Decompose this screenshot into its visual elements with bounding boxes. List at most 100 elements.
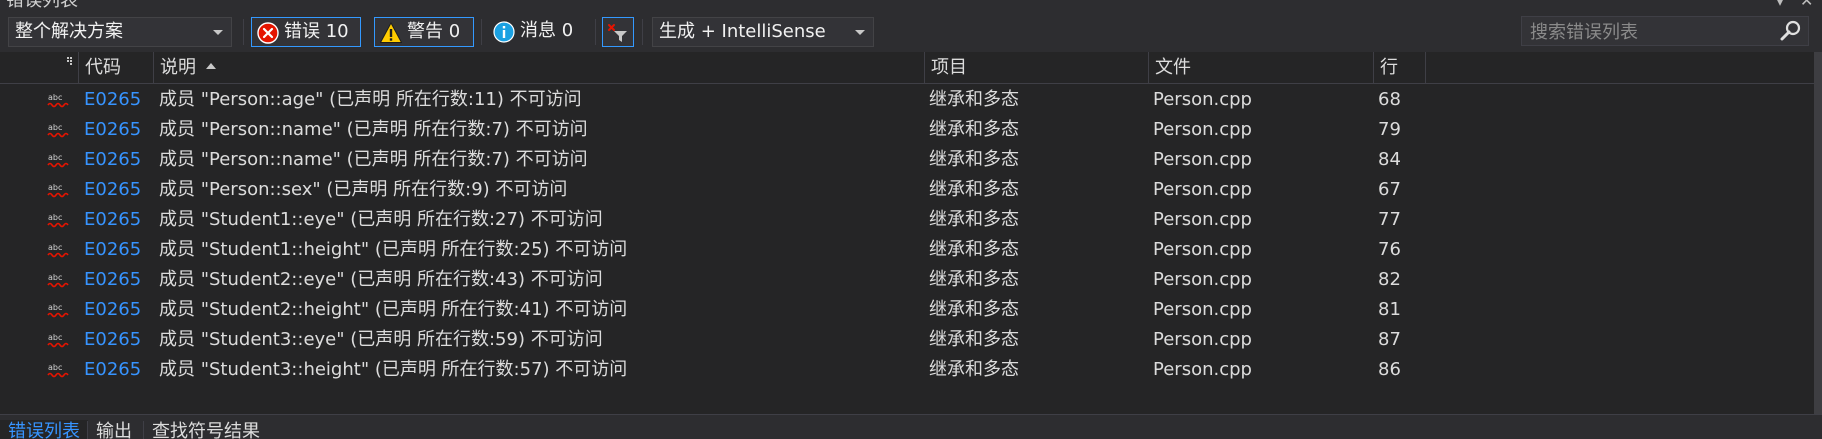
cell-description: 成员 "Student1::eye" (已声明 所在行数:27) 不可访问 xyxy=(159,209,603,230)
tab-0[interactable]: 错误列表 xyxy=(0,420,88,439)
column-options-icon[interactable] xyxy=(61,56,73,68)
cell-file: Person.cpp xyxy=(1153,89,1252,110)
table-row[interactable]: abc E0265 成员 "Student1::height" (已声明 所在行数:… xyxy=(0,235,1818,265)
intellisense-squiggle-icon: abc xyxy=(47,303,69,318)
build-intellisense-dropdown[interactable]: 生成 + IntelliSense xyxy=(652,17,874,47)
cell-line: 87 xyxy=(1378,329,1401,350)
warnings-filter-button[interactable]: 警告 0 xyxy=(374,17,474,47)
cell-file: Person.cpp xyxy=(1153,209,1252,230)
search-box[interactable] xyxy=(1521,16,1809,47)
column-header-file[interactable]: 文件 xyxy=(1149,52,1374,83)
cell-line: 76 xyxy=(1378,239,1401,260)
cell-project: 继承和多态 xyxy=(929,329,1019,350)
scope-dropdown-value: 整个解决方案 xyxy=(15,21,123,42)
cell-description: 成员 "Person::name" (已声明 所在行数:7) 不可访问 xyxy=(159,119,588,140)
table-row[interactable]: abc E0265 成员 "Student3::height" (已声明 所在行数:… xyxy=(0,355,1818,385)
cell-code[interactable]: E0265 xyxy=(84,325,154,355)
cell-project: 继承和多态 xyxy=(929,179,1019,200)
toolbar-separator xyxy=(642,19,643,45)
table-row[interactable]: abc E0265 成员 "Student2::eye" (已声明 所在行数:43)… xyxy=(0,265,1818,295)
cell-code[interactable]: E0265 xyxy=(84,295,154,325)
cell-code[interactable]: E0265 xyxy=(84,175,154,205)
sort-ascending-icon xyxy=(206,63,216,69)
column-header-description-label: 说明 xyxy=(160,57,196,78)
svg-text:abc: abc xyxy=(48,93,62,102)
table-row[interactable]: abc E0265 成员 "Student3::eye" (已声明 所在行数:59)… xyxy=(0,325,1818,355)
cell-code[interactable]: E0265 xyxy=(84,145,154,175)
search-input[interactable] xyxy=(1522,17,1782,47)
table-row[interactable]: abc E0265 成员 "Person::name" (已声明 所在行数:7) 不… xyxy=(0,145,1818,175)
tab-1[interactable]: 输出 xyxy=(88,420,140,439)
column-header-icon[interactable] xyxy=(0,52,79,83)
table-row[interactable]: abc E0265 成员 "Person::sex" (已声明 所在行数:9) 不可… xyxy=(0,175,1818,205)
cell-file: Person.cpp xyxy=(1153,269,1252,290)
column-header-description[interactable]: 说明 xyxy=(154,52,925,83)
errors-filter-label: 错误 10 xyxy=(284,21,349,42)
intellisense-squiggle-icon: abc xyxy=(47,273,69,288)
table-row[interactable]: abc E0265 成员 "Person::name" (已声明 所在行数:7) 不… xyxy=(0,115,1818,145)
clear-filter-button[interactable] xyxy=(602,17,634,47)
svg-text:abc: abc xyxy=(48,153,62,162)
cell-project: 继承和多态 xyxy=(929,239,1019,260)
table-row[interactable]: abc E0265 成员 "Person::age" (已声明 所在行数:11) 不… xyxy=(0,85,1818,115)
column-header-project-label: 项目 xyxy=(931,57,967,78)
intellisense-squiggle-icon: abc xyxy=(47,93,69,108)
error-list-table: abc E0265 成员 "Person::age" (已声明 所在行数:11) 不… xyxy=(0,85,1818,385)
vertical-scrollbar[interactable] xyxy=(1814,52,1822,414)
cell-code[interactable]: E0265 xyxy=(84,85,154,115)
cell-line: 81 xyxy=(1378,299,1401,320)
close-icon[interactable]: ✕ xyxy=(1800,0,1813,12)
svg-text:abc: abc xyxy=(48,363,62,372)
cell-file: Person.cpp xyxy=(1153,149,1252,170)
intellisense-squiggle-icon: abc xyxy=(47,153,69,168)
column-header-line[interactable]: 行 xyxy=(1374,52,1426,83)
column-header-line-label: 行 xyxy=(1380,57,1398,78)
cell-line: 84 xyxy=(1378,149,1401,170)
cell-file: Person.cpp xyxy=(1153,359,1252,380)
info-circle-icon xyxy=(493,21,515,43)
table-row[interactable]: abc E0265 成员 "Student1::eye" (已声明 所在行数:27)… xyxy=(0,205,1818,235)
cell-code[interactable]: E0265 xyxy=(84,355,154,385)
messages-filter-label: 消息 0 xyxy=(520,20,574,41)
column-header-file-label: 文件 xyxy=(1155,57,1191,78)
cell-description: 成员 "Person::sex" (已声明 所在行数:9) 不可访问 xyxy=(159,179,568,200)
svg-text:abc: abc xyxy=(48,243,62,252)
toolbar: 整个解决方案 错误 10 警告 0 消息 0 生成 + IntelliSense… xyxy=(0,12,1822,52)
toolbar-separator xyxy=(481,19,482,45)
cell-code[interactable]: E0265 xyxy=(84,265,154,295)
intellisense-squiggle-icon: abc xyxy=(47,123,69,138)
window-title: 错误列表 xyxy=(6,0,78,11)
table-row[interactable]: abc E0265 成员 "Student2::height" (已声明 所在行数:… xyxy=(0,295,1818,325)
cell-code[interactable]: E0265 xyxy=(84,115,154,145)
messages-filter-button[interactable]: 消息 0 xyxy=(488,17,588,47)
cell-project: 继承和多态 xyxy=(929,89,1019,110)
column-header-row: 代码 说明 项目 文件 行 xyxy=(0,52,1818,84)
error-circle-icon xyxy=(257,22,279,44)
toolbar-separator xyxy=(595,19,596,45)
tab-2[interactable]: 查找符号结果 xyxy=(144,420,268,439)
cell-code[interactable]: E0265 xyxy=(84,205,154,235)
intellisense-squiggle-icon: abc xyxy=(47,183,69,198)
cell-file: Person.cpp xyxy=(1153,119,1252,140)
column-header-code[interactable]: 代码 xyxy=(79,52,154,83)
search-icon[interactable] xyxy=(1780,20,1802,42)
cell-line: 79 xyxy=(1378,119,1401,140)
cell-project: 继承和多态 xyxy=(929,119,1019,140)
svg-text:abc: abc xyxy=(48,303,62,312)
chevron-down-icon xyxy=(213,30,223,35)
pin-icon[interactable]: ▾ xyxy=(1776,0,1784,12)
filter-clear-icon xyxy=(608,24,627,42)
cell-line: 77 xyxy=(1378,209,1401,230)
errors-filter-button[interactable]: 错误 10 xyxy=(251,17,361,47)
cell-project: 继承和多态 xyxy=(929,149,1019,170)
intellisense-squiggle-icon: abc xyxy=(47,363,69,378)
cell-code[interactable]: E0265 xyxy=(84,235,154,265)
column-header-project[interactable]: 项目 xyxy=(925,52,1149,83)
scope-dropdown[interactable]: 整个解决方案 xyxy=(8,17,232,47)
window-title-bar: 错误列表 ▾ ✕ xyxy=(0,0,1822,12)
cell-line: 82 xyxy=(1378,269,1401,290)
cell-line: 67 xyxy=(1378,179,1401,200)
cell-description: 成员 "Student3::height" (已声明 所在行数:57) 不可访问 xyxy=(159,359,628,380)
svg-text:abc: abc xyxy=(48,183,62,192)
svg-text:abc: abc xyxy=(48,123,62,132)
